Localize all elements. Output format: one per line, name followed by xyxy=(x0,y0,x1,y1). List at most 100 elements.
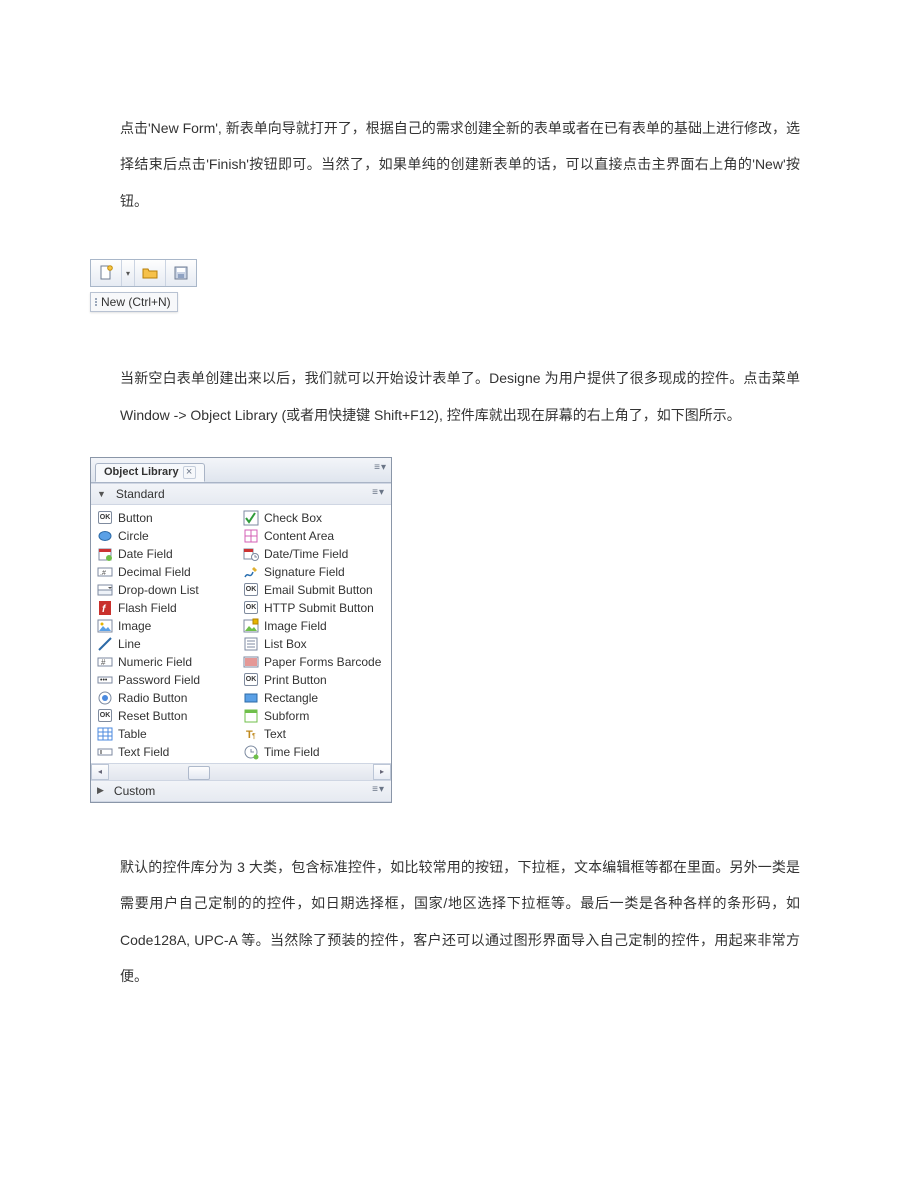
panel-menu-icon[interactable]: ≡▾ xyxy=(374,462,387,473)
horizontal-scrollbar[interactable]: ◂ ▸ xyxy=(91,763,391,780)
scroll-left-icon[interactable]: ◂ xyxy=(91,764,109,780)
library-item[interactable]: # Numeric Field xyxy=(95,653,241,671)
library-item-label: Line xyxy=(118,637,141,651)
library-item[interactable]: OKReset Button xyxy=(95,707,241,725)
library-item-label: Drop-down List xyxy=(118,583,199,597)
document-page: 点击'New Form', 新表单向导就打开了，根据自己的需求创建全新的表单或者… xyxy=(0,0,920,1065)
library-item[interactable]: Drop-down List xyxy=(95,581,241,599)
library-item[interactable]: Image xyxy=(95,617,241,635)
line-icon xyxy=(97,636,113,652)
open-button[interactable] xyxy=(135,260,166,286)
date-icon xyxy=(97,546,113,562)
library-item-label: List Box xyxy=(264,637,307,651)
library-item[interactable]: Date/Time Field xyxy=(241,545,387,563)
radio-icon xyxy=(97,690,113,706)
object-library-panel: Object Library × ≡▾ ▼ Standard ≡▾ OKButt… xyxy=(90,457,392,803)
listbox-icon xyxy=(243,636,259,652)
library-item-label: Flash Field xyxy=(118,601,177,615)
library-item[interactable]: Check Box xyxy=(241,509,387,527)
library-item-label: Text xyxy=(264,727,286,741)
library-item-label: Subform xyxy=(264,709,309,723)
tooltip-text: New (Ctrl+N) xyxy=(101,295,171,309)
library-item-label: Image Field xyxy=(264,619,327,633)
library-item[interactable]: Text Field xyxy=(95,743,241,761)
library-item[interactable]: fFlash Field xyxy=(95,599,241,617)
object-library-tab[interactable]: Object Library × xyxy=(95,463,205,482)
scroll-right-icon[interactable]: ▸ xyxy=(373,764,391,780)
section-standard-header[interactable]: ▼ Standard ≡▾ xyxy=(91,483,391,505)
ok-icon: OK xyxy=(243,582,259,598)
library-item[interactable]: Image Field xyxy=(241,617,387,635)
library-item-label: Signature Field xyxy=(264,565,345,579)
library-item-label: Print Button xyxy=(264,673,327,687)
library-item[interactable]: List Box xyxy=(241,635,387,653)
subform-icon xyxy=(243,708,259,724)
library-body: OKButtonCheck BoxCircleContent AreaDate … xyxy=(91,505,391,780)
library-item-label: Password Field xyxy=(118,673,200,687)
library-item[interactable]: Content Area xyxy=(241,527,387,545)
library-item[interactable]: Circle xyxy=(95,527,241,545)
library-item[interactable]: OKEmail Submit Button xyxy=(241,581,387,599)
library-item[interactable]: Date Field xyxy=(95,545,241,563)
library-item[interactable]: OK Print Button xyxy=(241,671,387,689)
library-item[interactable]: Rectangle xyxy=(241,689,387,707)
ok-icon: OK xyxy=(97,708,113,724)
textfield-icon xyxy=(97,744,113,760)
content-icon xyxy=(243,528,259,544)
scroll-thumb[interactable] xyxy=(188,766,210,780)
svg-text:¶: ¶ xyxy=(252,733,256,740)
library-grid: OKButtonCheck BoxCircleContent AreaDate … xyxy=(91,505,391,763)
text-icon: T¶ xyxy=(243,726,259,742)
ok-icon: OK xyxy=(243,672,259,688)
paragraph-1: 点击'New Form', 新表单向导就打开了，根据自己的需求创建全新的表单或者… xyxy=(120,110,800,219)
library-item-label: Check Box xyxy=(264,511,322,525)
save-button[interactable] xyxy=(166,260,196,286)
ok-icon: OK xyxy=(243,600,259,616)
section-options-icon[interactable]: ≡▾ xyxy=(372,487,385,498)
expand-triangle-icon: ▶ xyxy=(97,785,104,796)
hash-icon: # xyxy=(97,654,113,670)
scroll-track[interactable] xyxy=(109,765,373,779)
decimal-icon: .# xyxy=(97,564,113,580)
open-folder-icon xyxy=(142,265,158,281)
svg-text:#: # xyxy=(101,658,106,667)
barcode-icon xyxy=(243,654,259,670)
library-item-label: Decimal Field xyxy=(118,565,191,579)
library-item[interactable]: ••• Password Field xyxy=(95,671,241,689)
library-item[interactable]: Radio Button xyxy=(95,689,241,707)
library-item[interactable]: T¶ Text xyxy=(241,725,387,743)
library-item-label: Numeric Field xyxy=(118,655,192,669)
library-item-label: Button xyxy=(118,511,153,525)
panel-tab-bar: Object Library × ≡▾ xyxy=(91,458,391,483)
new-button[interactable] xyxy=(91,260,122,286)
library-item[interactable]: Line xyxy=(95,635,241,653)
library-item[interactable]: Subform xyxy=(241,707,387,725)
check-icon xyxy=(243,510,259,526)
tooltip-grip-icon xyxy=(95,298,97,306)
library-item[interactable]: OKHTTP Submit Button xyxy=(241,599,387,617)
section-options-icon[interactable]: ≡▾ xyxy=(372,784,385,795)
library-item[interactable]: Signature Field xyxy=(241,563,387,581)
library-item[interactable]: Time Field xyxy=(241,743,387,761)
library-item[interactable]: .# Decimal Field xyxy=(95,563,241,581)
library-item-label: Radio Button xyxy=(118,691,187,705)
svg-text:.#: .# xyxy=(100,570,106,577)
library-item-label: Circle xyxy=(118,529,149,543)
svg-text:•••: ••• xyxy=(100,677,108,684)
new-file-icon xyxy=(98,265,114,281)
tab-label: Object Library xyxy=(104,466,179,478)
section-custom-header[interactable]: ▶ Custom ≡▾ xyxy=(91,780,391,802)
library-item-label: Date Field xyxy=(118,547,173,561)
library-item[interactable]: Paper Forms Barcode xyxy=(241,653,387,671)
dropdown-icon xyxy=(97,582,113,598)
close-icon[interactable]: × xyxy=(183,466,196,479)
circle-icon xyxy=(97,528,113,544)
library-item[interactable]: OKButton xyxy=(95,509,241,527)
toolbar-screenshot: ▾ New (Ctrl+N) xyxy=(90,259,197,312)
collapse-triangle-icon: ▼ xyxy=(97,489,106,499)
rect-icon xyxy=(243,690,259,706)
new-tooltip: New (Ctrl+N) xyxy=(90,292,178,312)
sign-icon xyxy=(243,564,259,580)
new-dropdown-arrow[interactable]: ▾ xyxy=(122,260,135,286)
library-item[interactable]: Table xyxy=(95,725,241,743)
